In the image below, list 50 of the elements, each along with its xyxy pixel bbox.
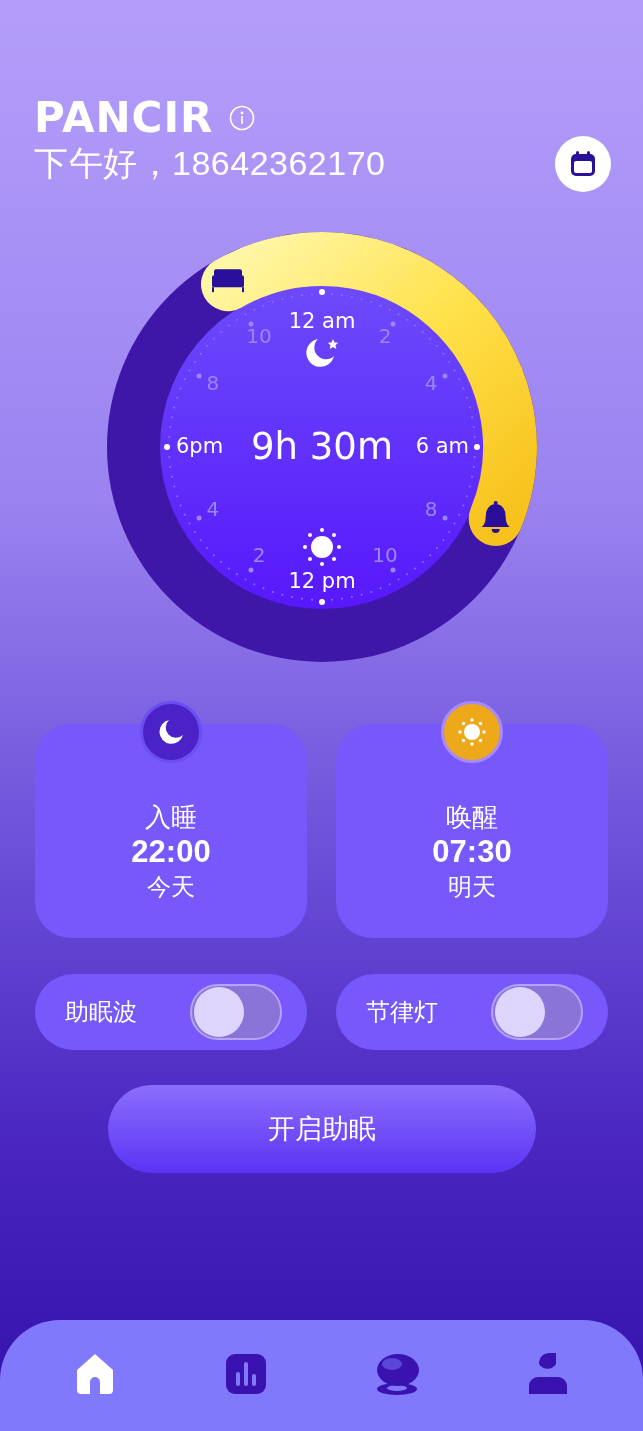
profile-icon [526, 1352, 569, 1396]
card-time: 07:30 [432, 834, 512, 870]
hour-dot [196, 515, 201, 521]
card-day: 今天 [147, 870, 195, 904]
card-label: 唤醒 [446, 801, 498, 834]
hour-dot [248, 321, 253, 327]
hour-label: 2 [378, 324, 391, 349]
sleep-duration: 9h 30m [250, 424, 393, 468]
moon-star-icon [305, 339, 338, 367]
hour-dot [318, 599, 325, 605]
toggle-switch[interactable] [491, 984, 583, 1040]
hour-dot [442, 515, 447, 521]
toggle-label: 助眠波 [65, 997, 137, 1027]
hour-dot [163, 444, 170, 450]
hour-dot [318, 289, 325, 295]
sun-icon [302, 528, 341, 566]
logo: PANCIR [34, 96, 214, 140]
hour-dot [390, 321, 395, 327]
sun-icon [457, 717, 487, 747]
toggle-switch[interactable] [190, 984, 282, 1040]
bed-icon[interactable] [211, 269, 244, 293]
hour-label: 4 [206, 496, 219, 521]
hour-label: 8 [206, 370, 219, 395]
time-card[interactable]: 唤醒 07:30 明天 [336, 724, 608, 938]
hour-label: 10 [245, 324, 272, 349]
hour-dot [248, 567, 253, 573]
hour-label: 6pm [175, 434, 223, 458]
hour-dot [196, 373, 201, 379]
hour-dot [473, 444, 480, 450]
card-day: 明天 [448, 870, 496, 904]
hour-label: 10 [371, 542, 398, 567]
hour-dot [442, 373, 447, 379]
calendar-icon [568, 149, 598, 179]
start-sleep-button[interactable]: 开启助眠 [107, 1085, 536, 1173]
toggle-label: 节律灯 [366, 997, 438, 1027]
hour-dot [390, 567, 395, 573]
hour-label: 2 [252, 542, 265, 567]
card-label: 入睡 [145, 801, 197, 834]
info-icon[interactable] [229, 105, 256, 131]
bar-chart-icon [225, 1352, 268, 1396]
hour-label: 4 [424, 370, 437, 395]
hour-label: 12 pm [287, 569, 356, 593]
time-card[interactable]: 入睡 22:00 今天 [35, 724, 307, 938]
bell-icon[interactable] [481, 500, 510, 533]
hour-label: 12 am [288, 309, 355, 333]
hour-label: 6 am [415, 434, 469, 458]
calendar-button[interactable] [555, 136, 611, 192]
hour-label: 8 [424, 496, 437, 521]
greeting-text: 下午好，18642362170 [34, 143, 386, 184]
card-time: 22:00 [131, 834, 211, 870]
